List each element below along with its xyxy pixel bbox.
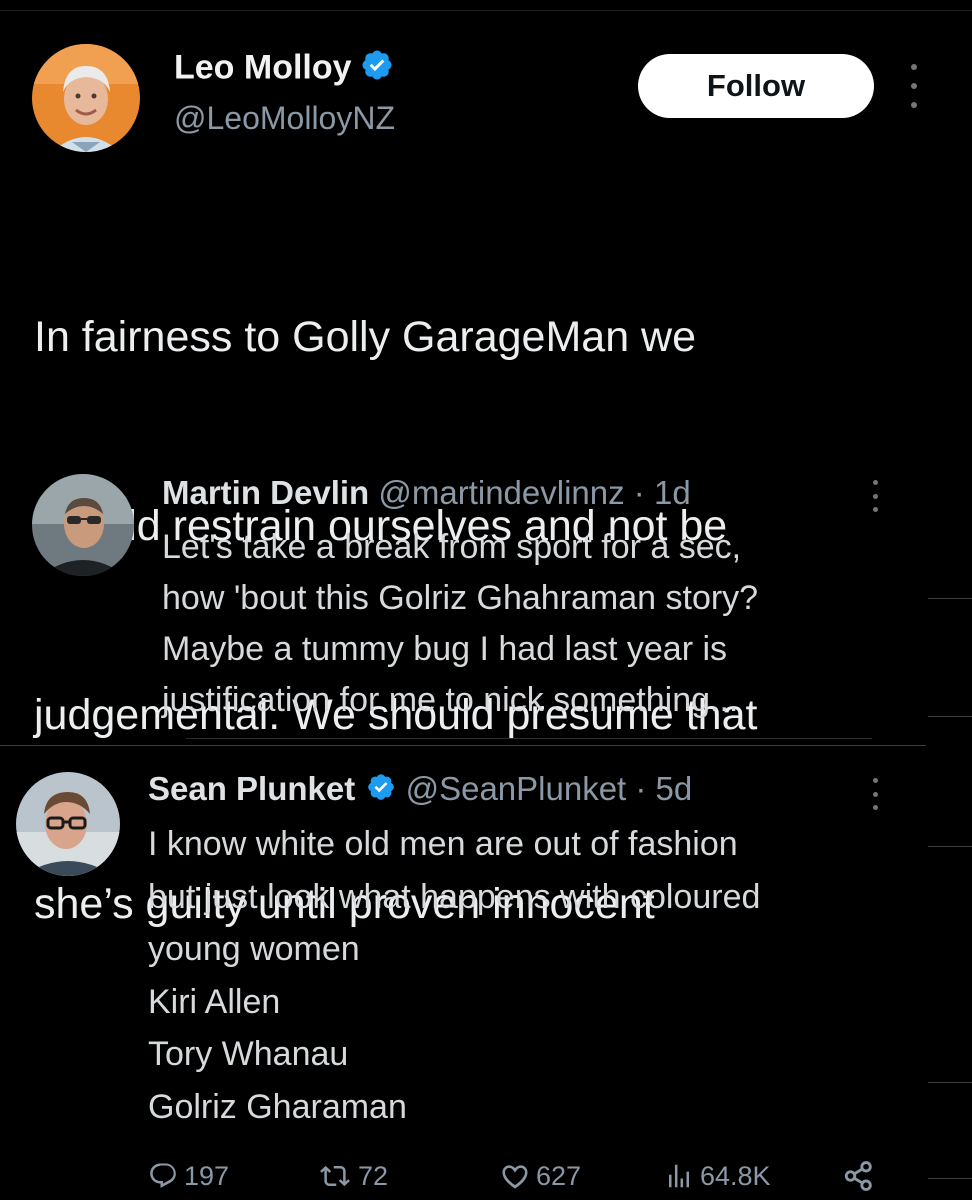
embedded-text-line: but just look what happens with coloured [148, 877, 761, 916]
embedded-author-handle[interactable]: @martindevlinnz [378, 474, 624, 511]
reply-count: 197 [184, 1160, 230, 1191]
embedded-author-name[interactable]: Martin Devlin [162, 474, 369, 511]
views-count: 64.8K [700, 1160, 771, 1191]
embedded-author-name[interactable]: Sean Plunket [148, 770, 355, 807]
edge-mark [928, 1178, 972, 1179]
like-icon [500, 1161, 530, 1191]
embedded-author-handle[interactable]: @SeanPlunket [406, 770, 627, 807]
reply-icon [148, 1161, 178, 1191]
embedded-avatar-sean[interactable] [16, 772, 120, 876]
retweet-count: 72 [358, 1160, 389, 1191]
embedded-separator: · [624, 474, 654, 511]
edge-mark [928, 1082, 972, 1083]
embedded-header-sean: Sean Plunket @SeanPlunket · 5d [148, 770, 692, 810]
embedded-text-line: Maybe a tummy bug I had last year is [162, 630, 728, 668]
top-divider [0, 10, 972, 11]
edge-mark [928, 716, 972, 717]
share-button[interactable] [842, 1156, 876, 1196]
embedded-text-line: Kiri Allen [148, 982, 281, 1021]
embedded-avatar-martin[interactable] [32, 474, 134, 576]
verified-badge-icon [360, 48, 394, 91]
retweet-button[interactable]: 72 [318, 1156, 388, 1196]
embedded-text-martin: Let's take a break from sport for a sec,… [162, 522, 758, 726]
like-button[interactable]: 627 [500, 1156, 581, 1196]
author-handle[interactable]: @LeoMolloyNZ [174, 100, 395, 137]
embedded-underline [186, 738, 872, 739]
more-options-icon[interactable] [868, 480, 882, 512]
reply-button[interactable]: 197 [148, 1156, 229, 1196]
embedded-text-line: Let's take a break from sport for a sec, [162, 528, 742, 566]
embedded-text-line: justification for me to nick something..… [162, 681, 739, 719]
retweet-icon [318, 1161, 352, 1191]
embedded-text-line: how 'bout this Golriz Ghahraman story? [162, 579, 759, 617]
more-options-icon[interactable] [868, 778, 882, 810]
views-icon [664, 1161, 694, 1191]
embedded-text-sean: I know white old men are out of fashion … [148, 818, 760, 1133]
share-icon [842, 1159, 876, 1193]
verified-badge-icon [366, 772, 396, 810]
edge-mark [928, 846, 972, 847]
embedded-header-martin: Martin Devlin @martindevlinnz · 1d [162, 474, 691, 512]
like-count: 627 [536, 1160, 582, 1191]
embedded-separator: · [626, 770, 656, 807]
follow-button[interactable]: Follow [638, 54, 874, 118]
views-button[interactable]: 64.8K [664, 1156, 771, 1196]
embedded-text-line: I know white old men are out of fashion [148, 825, 738, 863]
author-avatar[interactable] [32, 44, 140, 152]
author-name-row[interactable]: Leo Molloy [174, 48, 394, 91]
embedded-divider [0, 745, 926, 746]
author-name[interactable]: Leo Molloy [174, 48, 352, 86]
embedded-timestamp[interactable]: 5d [656, 770, 693, 807]
embedded-text-line: Golriz Gharaman [148, 1087, 407, 1126]
more-options-icon[interactable] [902, 64, 926, 108]
embedded-text-line: young women [148, 930, 360, 968]
tweet-text-line: In fairness to Golly GarageMan we [34, 313, 697, 361]
edge-mark [928, 598, 972, 599]
embedded-timestamp[interactable]: 1d [654, 474, 691, 511]
embedded-text-line: Tory Whanau [148, 1035, 349, 1073]
